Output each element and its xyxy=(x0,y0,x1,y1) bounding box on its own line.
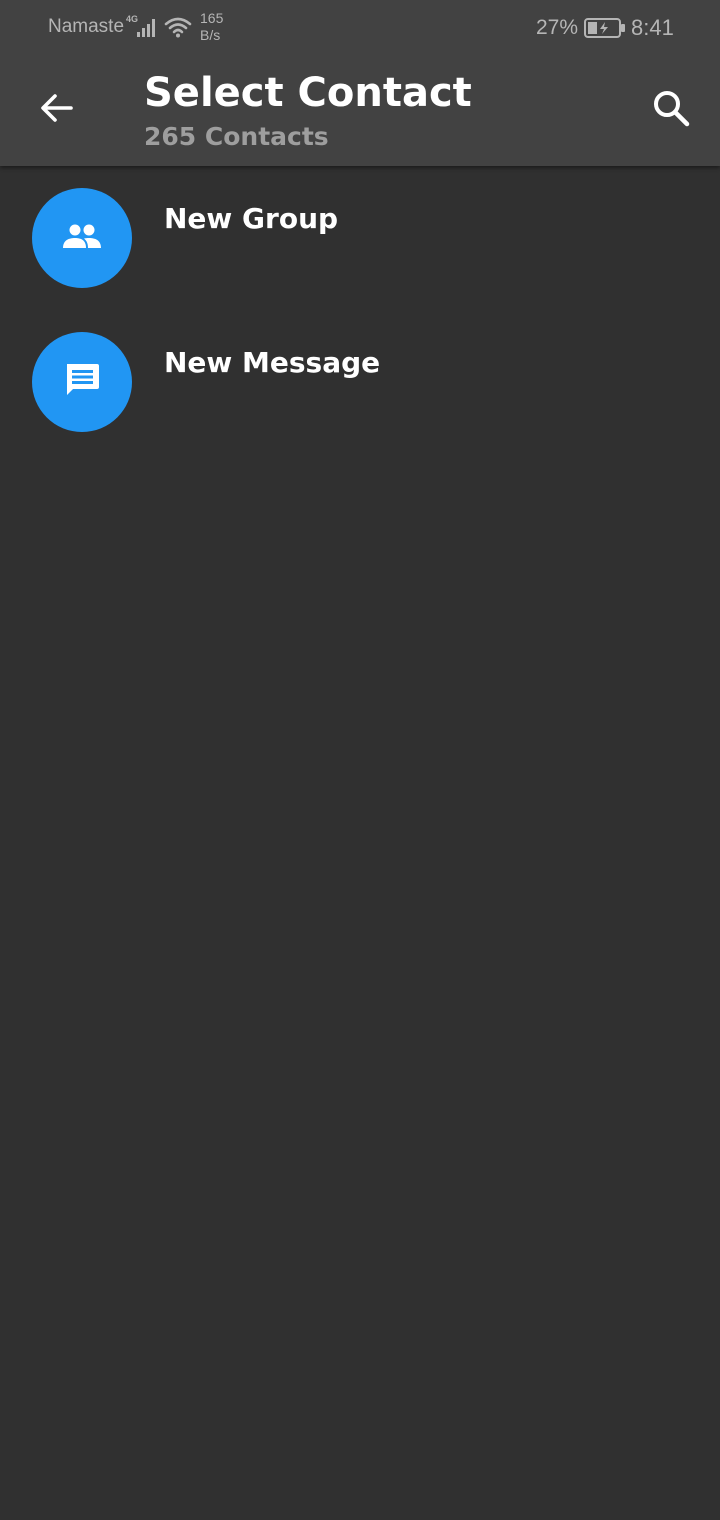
status-bar: Namaste 4G 165 B/s 27% 8:41 xyxy=(0,0,720,56)
new-message-item[interactable]: New Message xyxy=(0,310,720,454)
page-title: Select Contact xyxy=(144,70,472,116)
arrow-back-icon xyxy=(38,90,74,130)
wifi-icon xyxy=(164,16,192,43)
carrier-name: Namaste xyxy=(48,16,125,37)
new-group-avatar xyxy=(32,188,132,288)
new-message-label: New Message xyxy=(164,346,381,379)
group-icon xyxy=(62,221,102,255)
message-icon xyxy=(63,362,101,402)
action-list: New Group New Message xyxy=(0,166,720,454)
network-speed-unit: B/s xyxy=(200,27,221,43)
battery-percent: 27% xyxy=(536,16,579,39)
search-button[interactable] xyxy=(644,84,698,136)
new-group-item[interactable]: New Group xyxy=(0,166,720,310)
network-speed: 165 B/s xyxy=(200,10,223,44)
contact-count: 265 Contacts xyxy=(144,122,329,151)
back-button[interactable] xyxy=(30,86,82,134)
battery-charging-icon xyxy=(584,17,626,44)
network-speed-value: 165 xyxy=(200,10,224,26)
new-message-avatar xyxy=(32,332,132,432)
new-group-label: New Group xyxy=(164,202,339,235)
signal-icon xyxy=(136,16,158,43)
app-bar: Namaste 4G 165 B/s 27% 8:41 Select Conta… xyxy=(0,0,720,166)
search-icon xyxy=(652,89,690,131)
clock: 8:41 xyxy=(631,15,674,40)
